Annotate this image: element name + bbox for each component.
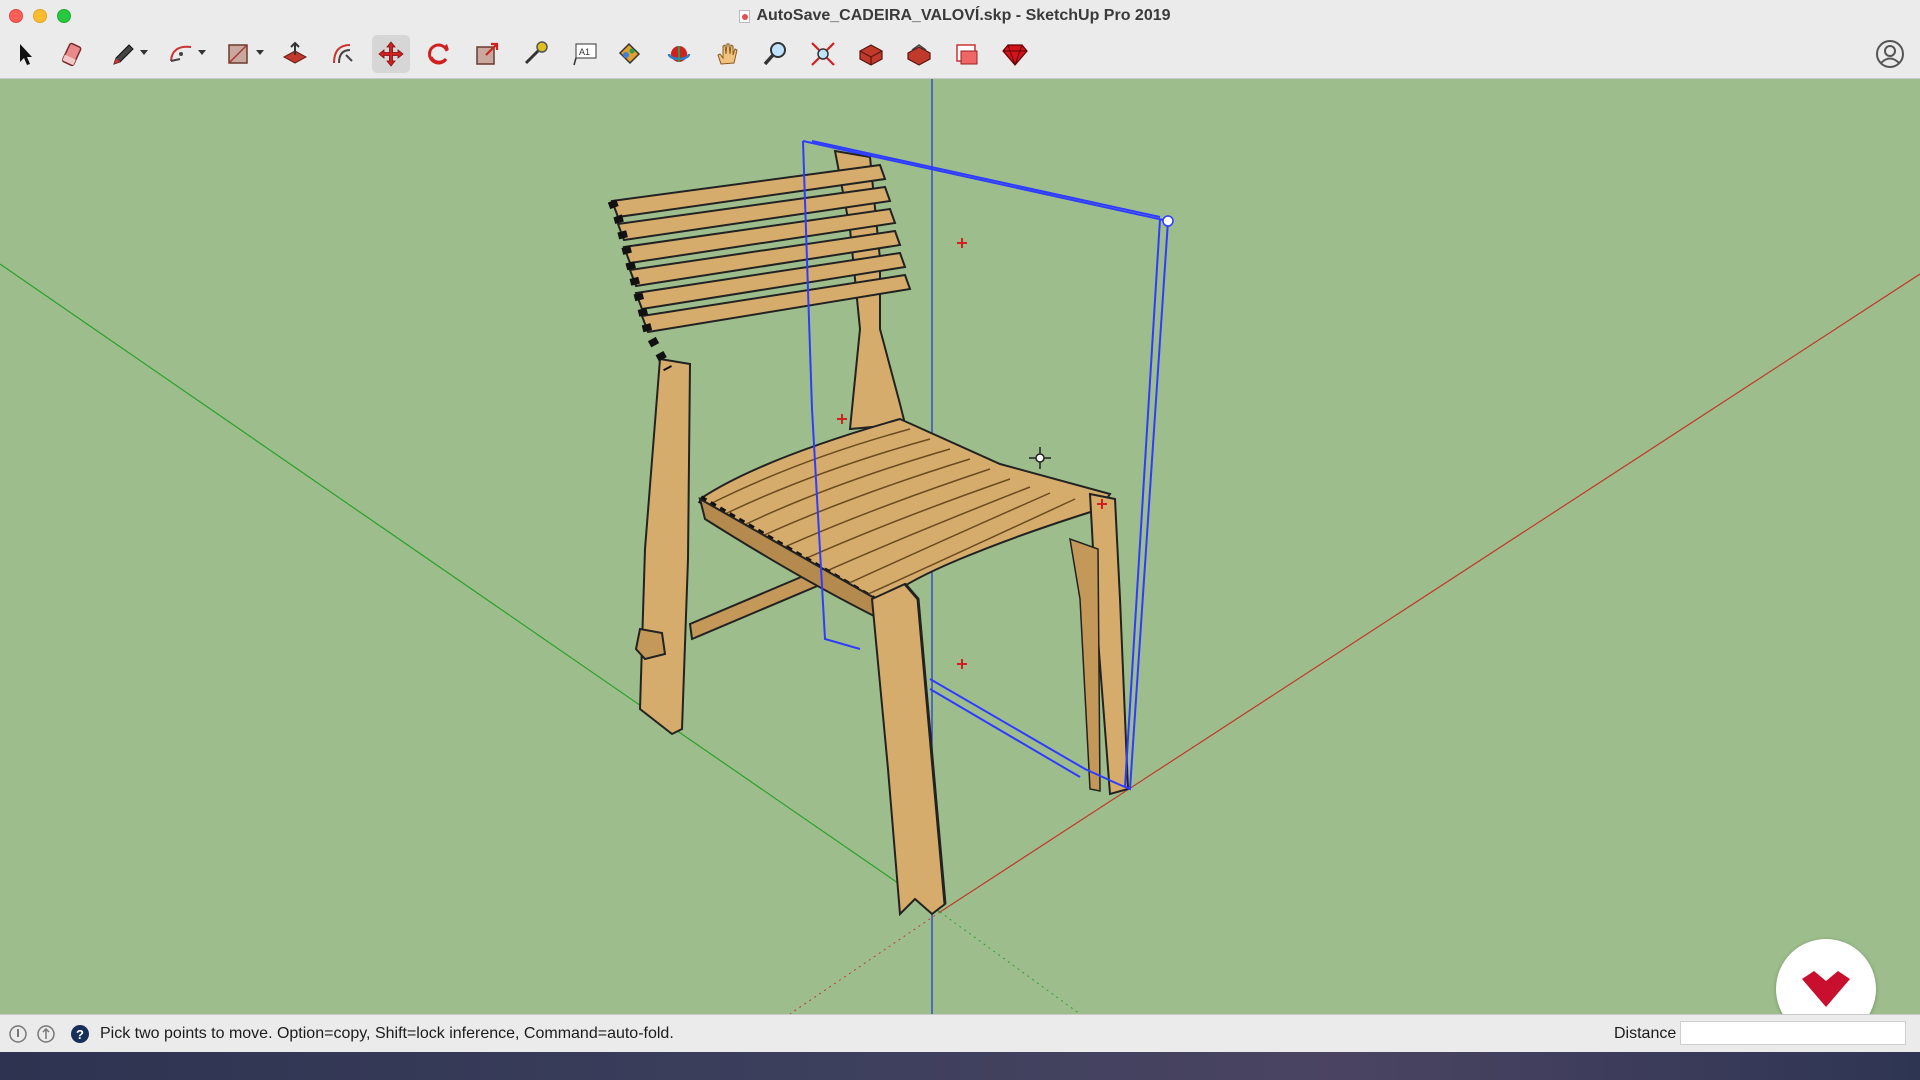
document-icon — [739, 9, 751, 23]
chair-front-leg-left — [870, 582, 947, 917]
window-title: AutoSave_CADEIRA_VALOVÍ.skp - SketchUp P… — [756, 7, 1171, 24]
status-bar: ? Pick two points to move. Option=copy, … — [0, 1014, 1920, 1052]
zoom-extents-icon — [811, 42, 835, 66]
arrow-select-icon — [20, 44, 32, 65]
extension-warehouse-tool-button[interactable] — [900, 35, 938, 73]
move-grip-point[interactable] — [1162, 215, 1174, 227]
shape-dropdown-arrow[interactable] — [256, 50, 264, 55]
zoom-tool-button[interactable] — [756, 35, 794, 73]
desktop-background-strip — [0, 1052, 1920, 1080]
title-wrap: AutoSave_CADEIRA_VALOVÍ.skp - SketchUp P… — [0, 0, 1920, 32]
measurements-label: Distance — [1614, 1025, 1677, 1042]
logo-mark-icon — [1802, 971, 1850, 1007]
arc-tool-button[interactable] — [162, 35, 206, 73]
scale-icon — [476, 42, 499, 65]
select-tool-button[interactable] — [6, 35, 44, 73]
3d-scene[interactable] — [0, 79, 1920, 1014]
rectangle-icon — [228, 44, 248, 64]
green-axis-dotted — [939, 911, 1081, 1014]
chair-front-leg-right-side — [1069, 537, 1101, 792]
pan-tool-button[interactable] — [708, 35, 746, 73]
account-icon[interactable] — [1874, 38, 1906, 70]
chair-back-leg-left — [638, 357, 692, 736]
instructor-help-icon[interactable]: ? — [70, 1024, 90, 1044]
offset-tool-button[interactable] — [324, 35, 362, 73]
orbit-icon — [667, 46, 691, 62]
orbit-tool-button[interactable] — [660, 35, 698, 73]
layout-icon — [956, 44, 978, 65]
move-icon — [378, 41, 404, 67]
arc-dropdown-arrow[interactable] — [198, 50, 206, 55]
paint-bucket-icon — [618, 42, 641, 65]
arc-icon — [170, 45, 192, 62]
eraser-tool-button[interactable] — [54, 35, 92, 73]
svg-text:A1: A1 — [579, 47, 590, 57]
pan-hand-icon — [717, 43, 738, 65]
status-prompt-text: Pick two points to move. Option=copy, Sh… — [100, 1025, 674, 1042]
shape-tool-button[interactable] — [220, 35, 264, 73]
chair-stretcher-foot — [634, 627, 667, 661]
zoom-extents-tool-button[interactable] — [804, 35, 842, 73]
push-pull-tool-button[interactable] — [276, 35, 314, 73]
warehouse-tool-button[interactable] — [852, 35, 890, 73]
measurements-input[interactable] — [1680, 1021, 1906, 1045]
text-tool-button[interactable]: A1 — [566, 35, 604, 73]
modeling-viewport[interactable] — [0, 79, 1920, 1014]
geolocation-status-icon[interactable] — [8, 1024, 28, 1044]
warehouse-icon — [859, 44, 883, 66]
rotate-tool-button[interactable] — [420, 35, 458, 73]
line-tool-button[interactable] — [104, 35, 148, 73]
tape-measure-tool-button[interactable] — [516, 35, 554, 73]
eraser-icon — [61, 42, 82, 67]
text-icon: A1 — [573, 43, 597, 66]
line-dropdown-arrow[interactable] — [140, 50, 148, 55]
ruby-tool-button[interactable] — [996, 35, 1034, 73]
window-titlebar: AutoSave_CADEIRA_VALOVÍ.skp - SketchUp P… — [0, 0, 1920, 32]
tape-measure-icon — [524, 41, 548, 65]
main-toolbar: A1 — [0, 32, 1920, 79]
pencil-icon — [113, 44, 134, 65]
svg-text:?: ? — [76, 1027, 84, 1042]
paint-bucket-tool-button[interactable] — [610, 35, 648, 73]
chair-stretcher — [688, 567, 824, 641]
ruby-gem-icon — [1002, 44, 1028, 66]
rotate-icon — [428, 43, 449, 65]
move-cursor-icon — [1029, 447, 1051, 469]
extension-warehouse-icon — [907, 44, 931, 66]
layout-tool-button[interactable] — [948, 35, 986, 73]
credits-status-icon[interactable] — [36, 1024, 56, 1044]
move-tool-button[interactable] — [372, 35, 410, 73]
red-axis-dotted — [789, 911, 941, 1014]
push-pull-icon — [282, 41, 308, 64]
offset-icon — [333, 44, 353, 64]
zoom-icon — [763, 42, 786, 66]
scale-tool-button[interactable] — [468, 35, 506, 73]
